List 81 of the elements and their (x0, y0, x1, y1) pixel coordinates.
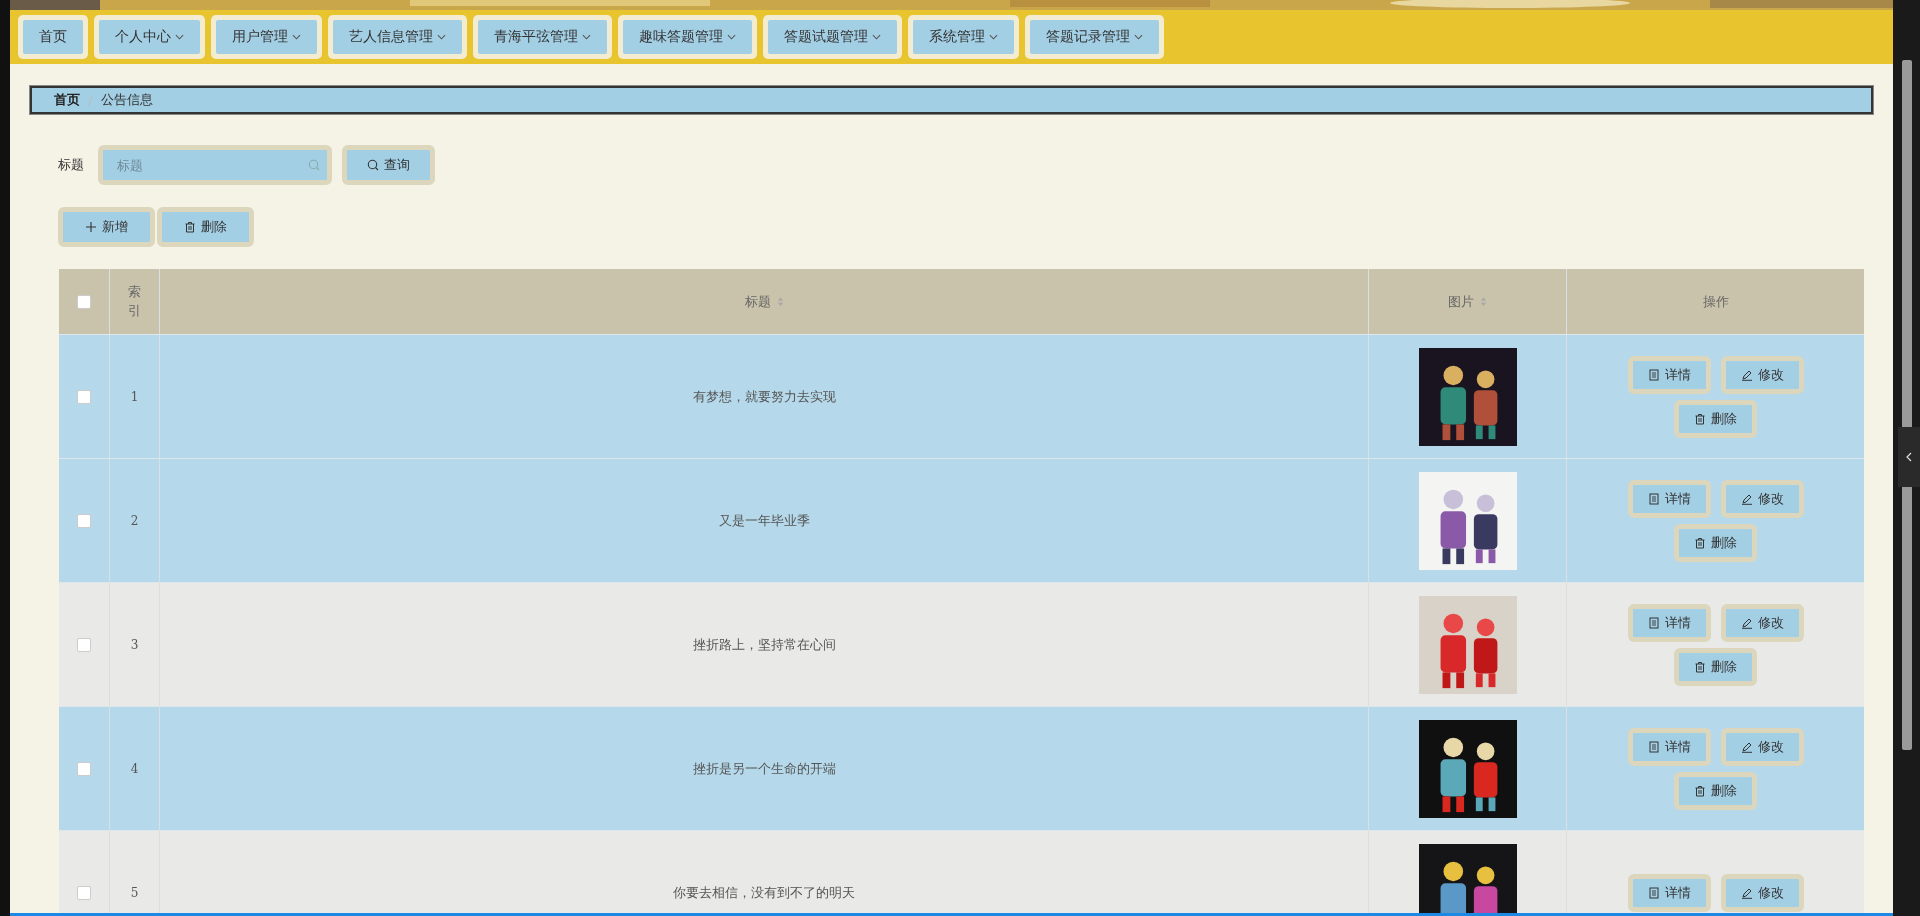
trash-icon (1694, 784, 1706, 797)
pencil-icon (1740, 492, 1753, 505)
trash-icon (1694, 412, 1706, 425)
sort-icon[interactable] (776, 296, 784, 307)
edit-button[interactable]: 修改 (1720, 355, 1804, 394)
nav-menu-item[interactable]: 趣味答题管理 (623, 20, 752, 54)
row-checkbox[interactable] (77, 885, 91, 900)
chevron-down-icon (989, 34, 998, 40)
column-header: 操作 (1702, 292, 1729, 311)
search-label: 标题 (58, 156, 84, 174)
detail-button[interactable]: 详情 (1627, 603, 1711, 642)
column-header: 标题 (744, 292, 771, 311)
column-header: 索引 (127, 283, 142, 320)
nav-menu-item[interactable]: 用户管理 (216, 20, 317, 54)
search-icon (308, 159, 320, 171)
table-cell: 挫折是另一个生命的开端 (692, 759, 836, 778)
table-cell: 5 (130, 885, 139, 900)
detail-button[interactable]: 详情 (1627, 873, 1711, 912)
chevron-down-icon (437, 34, 446, 40)
detail-button[interactable]: 详情 (1627, 727, 1711, 766)
nav-menu-item[interactable]: 答题试题管理 (768, 20, 897, 54)
table-cell: 你要去相信，没有到不了的明天 (673, 883, 855, 902)
edit-button[interactable]: 修改 (1720, 603, 1804, 642)
pencil-icon (1740, 616, 1753, 629)
delete-button[interactable]: 删除 (1674, 523, 1757, 562)
edit-button[interactable]: 修改 (1720, 727, 1804, 766)
table-cell: 2 (130, 513, 139, 528)
delete-button[interactable]: 删除 (1674, 399, 1757, 438)
nav-menu-item[interactable]: 答题记录管理 (1030, 20, 1159, 54)
chevron-down-icon (1134, 34, 1143, 40)
table-cell: 有梦想，就要努力去实现 (692, 387, 836, 406)
row-checkbox[interactable] (77, 637, 91, 652)
chevron-down-icon (727, 34, 736, 40)
row-checkbox[interactable] (77, 389, 91, 404)
pencil-icon (1740, 368, 1753, 381)
select-all-checkbox[interactable] (77, 294, 91, 309)
delete-button[interactable]: 删除 (1674, 647, 1757, 686)
breadcrumb-current: 公告信息 (101, 91, 153, 109)
trash-icon (184, 221, 196, 233)
nav-menu-item[interactable]: 首页 (23, 20, 83, 54)
add-button[interactable]: 新增 (58, 207, 155, 247)
table-cell: 3 (130, 637, 139, 652)
document-icon (1647, 740, 1660, 753)
trash-icon (1694, 536, 1706, 549)
table-cell: 挫折路上，坚持常在心间 (692, 635, 836, 654)
document-icon (1647, 492, 1660, 505)
pencil-icon (1740, 740, 1753, 753)
breadcrumb-link[interactable]: 首页 (54, 91, 80, 109)
row-checkbox[interactable] (77, 513, 91, 528)
detail-button[interactable]: 详情 (1627, 355, 1711, 394)
edit-button[interactable]: 修改 (1720, 479, 1804, 518)
nav-menu-item[interactable]: 个人中心 (99, 20, 200, 54)
pencil-icon (1740, 886, 1753, 899)
delete-button[interactable]: 删除 (1674, 771, 1757, 810)
search-icon (367, 159, 379, 171)
detail-button[interactable]: 详情 (1627, 479, 1711, 518)
sort-icon[interactable] (1480, 296, 1487, 307)
nav-menu-item[interactable]: 系统管理 (913, 20, 1014, 54)
table-cell: 1 (130, 389, 139, 404)
plus-icon (85, 221, 97, 233)
scrollbar[interactable] (1893, 0, 1920, 916)
delete-button[interactable]: 删除 (157, 207, 254, 247)
table-cell: 4 (130, 761, 139, 776)
search-field[interactable]: 标题 (98, 145, 332, 185)
nav-menu-item[interactable]: 青海平弦管理 (478, 20, 607, 54)
edit-button[interactable]: 修改 (1720, 873, 1804, 912)
row-checkbox[interactable] (77, 761, 91, 776)
chevron-down-icon (292, 34, 301, 40)
document-icon (1647, 368, 1660, 381)
document-icon (1647, 886, 1660, 899)
trash-icon (1694, 660, 1706, 673)
chevron-left-icon (1906, 452, 1912, 462)
chevron-down-icon (582, 34, 591, 40)
collapse-tab[interactable] (1898, 427, 1920, 487)
nav-menu-item[interactable]: 艺人信息管理 (333, 20, 462, 54)
query-button[interactable]: 查询 (342, 145, 435, 185)
column-header: 图片 (1448, 292, 1474, 311)
chevron-down-icon (175, 34, 184, 40)
chevron-down-icon (872, 34, 881, 40)
document-icon (1647, 616, 1660, 629)
table-cell: 又是一年毕业季 (718, 511, 810, 530)
